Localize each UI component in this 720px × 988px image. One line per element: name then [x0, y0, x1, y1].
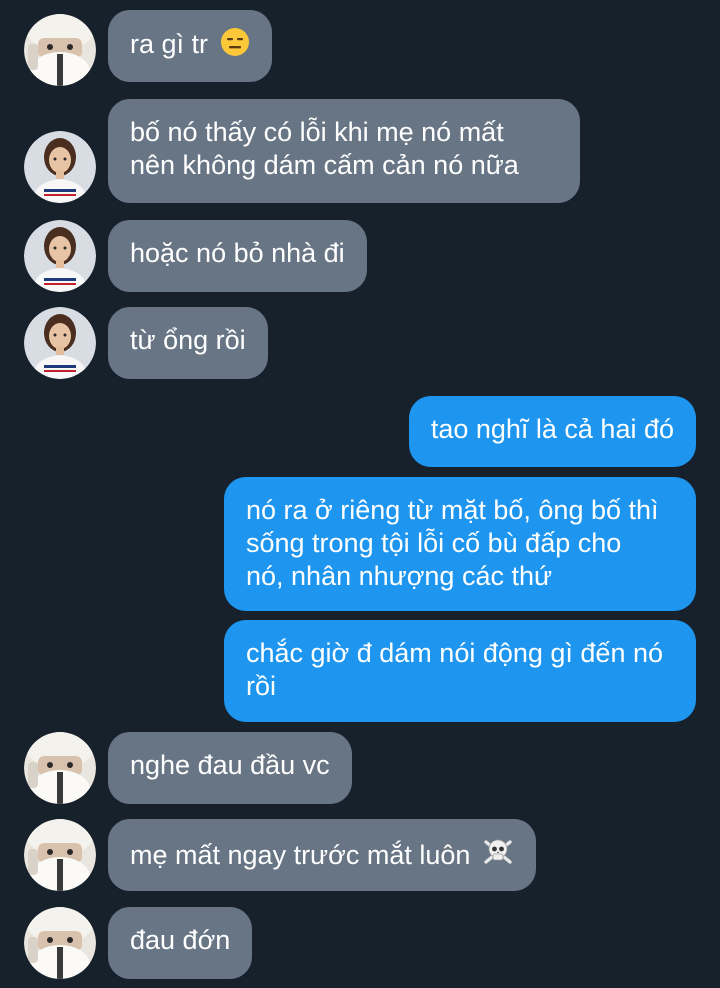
message-bubble[interactable]: tao nghĩ là cả hai đó — [408, 396, 696, 467]
message-bubble[interactable]: nó ra ở riêng từ mặt bố, ông bố thì sống… — [224, 477, 696, 611]
message-text: đau đớn — [130, 925, 231, 955]
avatar[interactable] — [24, 732, 96, 804]
message-bubble[interactable]: bố nó thấy có lỗi khi mẹ nó mất nên khôn… — [108, 99, 580, 203]
avatar[interactable] — [24, 14, 96, 86]
message-text-line: nó ra ở riêng từ mặt bố, ông bố thì — [246, 495, 659, 525]
message-text: tao nghĩ là cả hai đó — [430, 414, 674, 444]
message-text-line: sống trong tội lỗi cố bù đấp cho — [246, 528, 622, 558]
message-bubble[interactable]: chắc giờ đ dám nói động gì đến nó rồi — [224, 620, 696, 722]
avatar[interactable] — [24, 907, 96, 979]
message-text: mẹ mất ngay trước mắt luôn — [130, 840, 471, 870]
avatar[interactable] — [24, 220, 96, 292]
chat-screen: { "messages": [ {"direction": "in", "sen… — [0, 0, 720, 988]
avatar[interactable] — [24, 131, 96, 203]
skull-crossbones-icon — [482, 836, 514, 876]
message-bubble[interactable]: nghe đau đầu vc — [108, 732, 352, 804]
message-text-line: rồi — [246, 671, 277, 701]
message-text-line: chắc giờ đ dám nói động gì đến nó — [246, 638, 663, 668]
message-text: hoặc nó bỏ nhà đi — [130, 238, 345, 268]
message-text-line: bố nó thấy có lỗi khi mẹ nó mất — [130, 117, 504, 147]
message-text: ra gì tr — [130, 29, 209, 59]
message-text: từ ổng rồi — [130, 325, 246, 355]
message-bubble[interactable]: ra gì tr — [108, 10, 272, 82]
expressionless-face-icon — [220, 27, 250, 65]
message-bubble[interactable]: hoặc nó bỏ nhà đi — [108, 220, 367, 292]
message-text-line: nó, nhân nhượng các thứ — [246, 561, 553, 591]
avatar[interactable] — [24, 819, 96, 891]
message-text-line: nên không dám cấm cản nó nữa — [130, 150, 519, 180]
message-bubble[interactable]: đau đớn — [108, 907, 253, 979]
message-bubble[interactable]: từ ổng rồi — [108, 307, 268, 379]
message-bubble[interactable]: mẹ mất ngay trước mắt luôn — [108, 819, 536, 891]
avatar[interactable] — [24, 307, 96, 379]
message-text: nghe đau đầu vc — [130, 750, 330, 780]
